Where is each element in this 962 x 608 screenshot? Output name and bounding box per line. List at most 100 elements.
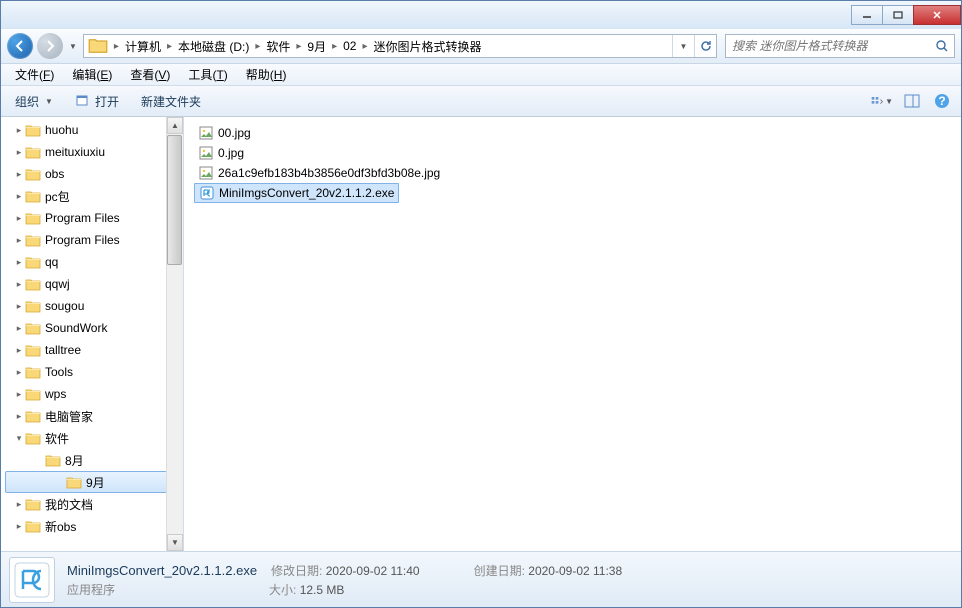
chevron-right-icon[interactable]: ▸ [13, 147, 25, 158]
tree-item-label: 9月 [86, 474, 105, 491]
title-bar[interactable] [1, 1, 961, 29]
tree-item[interactable]: ▸Tools [1, 361, 183, 383]
tree-item[interactable]: ▸ pc包 [1, 185, 183, 207]
crumb-folder[interactable]: 迷你图片格式转换器 [370, 38, 486, 55]
chevron-right-icon[interactable]: ▸ [13, 389, 25, 400]
detail-filename: MiniImgsConvert_20v2.1.1.2.exe [67, 563, 257, 578]
nav-history-dropdown[interactable]: ▼ [67, 42, 79, 51]
back-button[interactable] [7, 33, 33, 59]
crumb-folder[interactable]: 9月 [303, 38, 330, 55]
chevron-right-icon[interactable]: ▸ [13, 367, 25, 378]
menu-tools[interactable]: 工具(T) [180, 64, 235, 85]
tree-item[interactable]: 9月 [5, 471, 179, 493]
window-controls [852, 5, 961, 25]
tree-item-label: pc包 [45, 188, 70, 205]
crumb-computer[interactable]: 计算机 [121, 38, 165, 55]
close-button[interactable] [913, 5, 961, 25]
refresh-button[interactable] [694, 35, 716, 57]
address-dropdown[interactable]: ▼ [672, 35, 694, 57]
chevron-right-icon[interactable]: ▸ [360, 41, 369, 52]
folder-icon [66, 475, 82, 489]
tree-item[interactable]: ▸huohu [1, 119, 183, 141]
nav-bar: ▼ ▸ 计算机 ▸ 本地磁盘 (D:) ▸ 软件 ▸ 9月 ▸ 02 ▸ 迷你图… [1, 29, 961, 63]
folder-icon [25, 387, 41, 401]
chevron-right-icon[interactable]: ▸ [13, 411, 25, 422]
maximize-button[interactable] [882, 5, 914, 25]
tree-item[interactable]: ▸Program Files [1, 207, 183, 229]
detail-created-label: 创建日期: [474, 564, 525, 578]
search-input[interactable] [726, 39, 930, 53]
search-icon[interactable] [930, 35, 954, 57]
tree-item[interactable]: ▸电脑管家 [1, 405, 183, 427]
chevron-right-icon[interactable]: ▸ [112, 41, 121, 52]
tree-item[interactable]: ▸ wps [1, 383, 183, 405]
tree-item[interactable]: ▸SoundWork [1, 317, 183, 339]
chevron-right-icon[interactable]: ▸ [13, 125, 25, 136]
chevron-right-icon[interactable]: ▸ [13, 213, 25, 224]
chevron-right-icon[interactable]: ▸ [13, 301, 25, 312]
chevron-right-icon[interactable]: ▸ [13, 521, 25, 532]
preview-pane-button[interactable] [901, 92, 923, 110]
tree-item[interactable]: ▸talltree [1, 339, 183, 361]
tree-item-label: meituxiuxiu [45, 145, 105, 159]
forward-button[interactable] [37, 33, 63, 59]
tree-item[interactable]: ▸新obs [1, 515, 183, 537]
tree-item[interactable]: ▸sougou [1, 295, 183, 317]
explorer-window: ▼ ▸ 计算机 ▸ 本地磁盘 (D:) ▸ 软件 ▸ 9月 ▸ 02 ▸ 迷你图… [0, 0, 962, 608]
chevron-right-icon[interactable]: ▸ [13, 191, 25, 202]
crumb-drive[interactable]: 本地磁盘 (D:) [174, 38, 253, 55]
chevron-right-icon[interactable]: ▸ [165, 41, 174, 52]
folder-icon [25, 189, 41, 203]
command-bar: 组织▼ 打开 新建文件夹 ▼ ? [1, 85, 961, 117]
chevron-right-icon[interactable]: ▸ [13, 257, 25, 268]
chevron-right-icon[interactable]: ▸ [330, 41, 339, 52]
tree-item[interactable]: ▸qq [1, 251, 183, 273]
chevron-right-icon[interactable]: ▸ [13, 345, 25, 356]
tree-item-label: wps [45, 387, 66, 401]
tree-item[interactable]: ▸Program Files [1, 229, 183, 251]
scroll-thumb[interactable] [167, 135, 182, 265]
file-item[interactable]: MiniImgsConvert_20v2.1.1.2.exe [194, 183, 399, 203]
scroll-down-button[interactable]: ▼ [167, 534, 183, 551]
view-options-button[interactable]: ▼ [871, 92, 893, 110]
tree-item[interactable]: ▸ obs [1, 163, 183, 185]
navigation-pane[interactable]: ▸huohu▸meituxiuxiu▸obs▸pc包▸Program Files… [1, 117, 183, 551]
menu-help[interactable]: 帮助(H) [238, 64, 295, 85]
sidebar-scrollbar[interactable]: ▲ ▼ [166, 117, 183, 551]
minimize-button[interactable] [851, 5, 883, 25]
chevron-right-icon[interactable]: ▸ [13, 499, 25, 510]
address-bar[interactable]: ▸ 计算机 ▸ 本地磁盘 (D:) ▸ 软件 ▸ 9月 ▸ 02 ▸ 迷你图片格… [83, 34, 717, 58]
tree-item[interactable]: ▸ meituxiuxiu [1, 141, 183, 163]
crumb-folder[interactable]: 软件 [262, 38, 294, 55]
tree-item[interactable]: 8月 [1, 449, 183, 471]
menu-file[interactable]: 文件(F) [7, 64, 62, 85]
chevron-right-icon[interactable]: ▸ [13, 323, 25, 334]
menu-view[interactable]: 查看(V) [122, 64, 178, 85]
tree-item-label: obs [45, 167, 64, 181]
tree-item-label: 我的文档 [45, 496, 93, 513]
file-list-pane[interactable]: 00.jpg0.jpg26a1c9efb183b4b3856e0df3bfd3b… [184, 117, 961, 551]
tree-item[interactable]: ▸qqwj [1, 273, 183, 295]
search-box[interactable] [725, 34, 955, 58]
chevron-right-icon[interactable]: ▸ [13, 169, 25, 180]
tree-item[interactable]: ▸ 我的文档 [1, 493, 183, 515]
scroll-up-button[interactable]: ▲ [167, 117, 183, 134]
file-item[interactable]: 0.jpg [194, 143, 248, 163]
chevron-down-icon[interactable]: ▾ [13, 433, 25, 444]
file-item[interactable]: 00.jpg [194, 123, 255, 143]
menu-edit[interactable]: 编辑(E) [64, 64, 120, 85]
new-folder-button[interactable]: 新建文件夹 [135, 91, 207, 112]
open-button[interactable]: 打开 [69, 91, 125, 112]
chevron-right-icon[interactable]: ▸ [13, 235, 25, 246]
folder-icon [25, 233, 41, 247]
chevron-right-icon[interactable]: ▸ [294, 41, 303, 52]
file-item[interactable]: 26a1c9efb183b4b3856e0df3bfd3b08e.jpg [194, 163, 444, 183]
chevron-right-icon[interactable]: ▸ [253, 41, 262, 52]
help-button[interactable]: ? [931, 92, 953, 110]
tree-item-label: 软件 [45, 430, 69, 447]
crumb-folder[interactable]: 02 [339, 39, 360, 53]
chevron-right-icon[interactable]: ▸ [13, 279, 25, 290]
tree-item[interactable]: ▾ 软件 [1, 427, 183, 449]
organize-button[interactable]: 组织▼ [9, 91, 59, 112]
detail-modified-label: 修改日期: [271, 564, 322, 578]
